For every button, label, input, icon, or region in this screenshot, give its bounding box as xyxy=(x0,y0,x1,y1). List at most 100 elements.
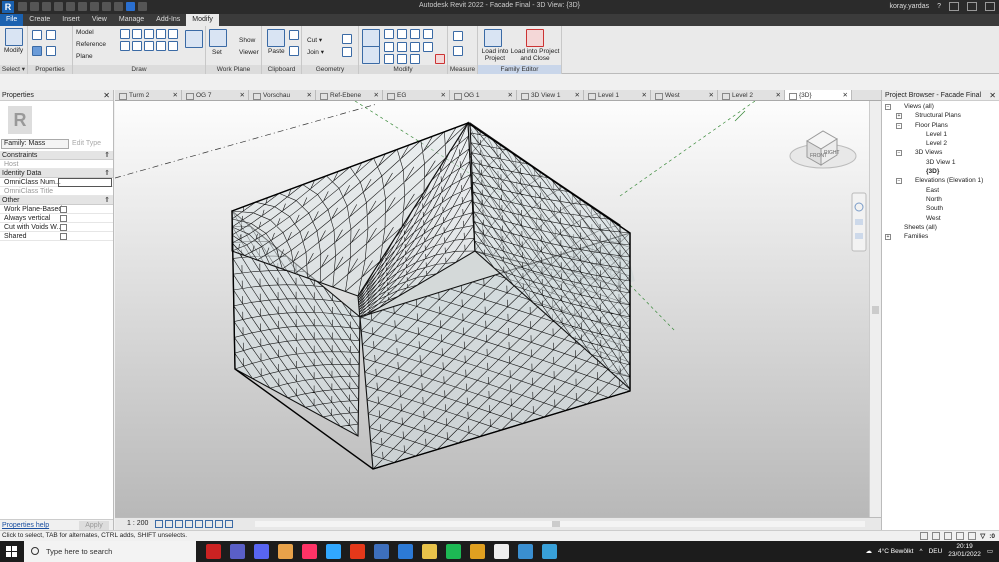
close-icon[interactable]: ✕ xyxy=(508,90,513,101)
horizontal-scrollbar[interactable] xyxy=(255,521,865,527)
paste-button[interactable]: Paste xyxy=(268,48,285,55)
mirror-draw-icon[interactable] xyxy=(410,29,420,39)
close-icon[interactable]: ✕ xyxy=(776,90,781,101)
facade-mesh[interactable] xyxy=(231,121,635,470)
browser-node[interactable]: Sheets (all) xyxy=(882,223,999,232)
browser-node[interactable]: − Floor Plans xyxy=(882,121,999,130)
minimize-button[interactable] xyxy=(949,2,959,11)
view-tab[interactable]: West ✕ xyxy=(651,90,718,100)
taskbar-app-icon[interactable] xyxy=(494,544,509,559)
hscroll-thumb[interactable] xyxy=(552,521,560,527)
browser-node[interactable]: North xyxy=(882,195,999,204)
taskbar-search[interactable]: Type here to search xyxy=(24,541,196,562)
viewcube[interactable]: FRONT RIGHT xyxy=(789,130,857,169)
spline-icon[interactable] xyxy=(120,41,130,51)
close-icon[interactable]: ✕ xyxy=(240,90,245,101)
taskbar-app-icon[interactable] xyxy=(446,544,461,559)
view-tab[interactable]: Level 2 ✕ xyxy=(718,90,785,100)
show-button[interactable]: Show xyxy=(239,37,255,44)
close-icon[interactable]: ✕ xyxy=(843,90,848,101)
browser-node[interactable]: − Views (all) xyxy=(882,102,999,111)
modify-arrow-icon[interactable] xyxy=(5,28,23,46)
taskbar-app-icon[interactable] xyxy=(230,544,245,559)
family-types-icon[interactable] xyxy=(32,30,42,40)
language-indicator[interactable]: DEU xyxy=(929,548,943,555)
visual-style-icon[interactable] xyxy=(165,520,173,528)
reveal-hidden-icon[interactable] xyxy=(225,520,233,528)
taskbar-app-icon[interactable] xyxy=(422,544,437,559)
ellipse-icon[interactable] xyxy=(132,41,142,51)
browser-node[interactable]: West xyxy=(882,214,999,223)
set-button[interactable]: Set xyxy=(212,49,222,56)
view-tab[interactable]: Level 1 ✕ xyxy=(584,90,651,100)
split-icon[interactable] xyxy=(423,29,433,39)
taskbar-app-icon[interactable] xyxy=(398,544,413,559)
cut-button[interactable]: Cut ▾ xyxy=(307,36,322,44)
zoom-icon[interactable] xyxy=(855,219,863,225)
browser-node[interactable]: − Elevations (Elevation 1) xyxy=(882,176,999,185)
property-checkbox[interactable] xyxy=(60,206,67,213)
browser-node[interactable]: Level 1 xyxy=(882,130,999,139)
type-selector[interactable]: Family: Mass xyxy=(1,139,69,149)
scroll-thumb[interactable] xyxy=(872,306,879,314)
weather-text[interactable]: 4°C Bewölkt xyxy=(878,548,913,555)
browser-node[interactable]: Level 2 xyxy=(882,139,999,148)
close-icon[interactable]: ✕ xyxy=(374,90,379,101)
viewer-button[interactable]: Viewer xyxy=(239,49,259,56)
paste-icon[interactable] xyxy=(267,29,285,47)
browser-node[interactable]: East xyxy=(882,186,999,195)
browser-node[interactable]: + Structural Plans xyxy=(882,111,999,120)
load-into-project-button[interactable]: Load into Project xyxy=(480,48,510,62)
close-icon[interactable]: ✕ xyxy=(441,90,446,101)
browser-node[interactable]: − 3D Views xyxy=(882,148,999,157)
taskbar-app-icon[interactable] xyxy=(206,544,221,559)
join-button[interactable]: Join ▾ xyxy=(307,48,324,56)
shadows-icon[interactable] xyxy=(185,520,193,528)
view-tab[interactable]: Turm 2 ✕ xyxy=(115,90,182,100)
set-icon[interactable] xyxy=(209,29,227,47)
properties-help-link[interactable]: Properties help xyxy=(2,522,49,529)
close-icon[interactable]: ✕ xyxy=(642,90,647,101)
view-scale[interactable]: 1 : 200 xyxy=(127,520,148,527)
rectangle-icon[interactable] xyxy=(132,29,142,39)
section-identity-data[interactable]: Identity Data ⇑ xyxy=(0,169,113,178)
property-value-field[interactable] xyxy=(58,178,112,187)
select-underlay-icon[interactable] xyxy=(944,532,953,540)
browser-node[interactable]: + Families xyxy=(882,232,999,241)
line-icon[interactable] xyxy=(120,29,130,39)
dimension-icon[interactable] xyxy=(453,46,463,56)
taskbar-app-icon[interactable] xyxy=(302,544,317,559)
hide-isolate-icon[interactable] xyxy=(215,520,223,528)
tab-insert[interactable]: Insert xyxy=(56,14,86,26)
facade-model[interactable]: FRONT RIGHT xyxy=(115,101,869,517)
work-plane-set-icon[interactable] xyxy=(185,30,203,48)
render-icon[interactable] xyxy=(195,520,203,528)
close-icon[interactable]: ✕ xyxy=(173,90,178,101)
user-name[interactable]: koray.yardas xyxy=(890,3,930,10)
load-into-project-icon[interactable] xyxy=(484,29,502,47)
polygon-icon[interactable] xyxy=(144,29,154,39)
tab-file[interactable]: File xyxy=(0,14,24,26)
windows-start-icon[interactable] xyxy=(6,546,17,557)
array-icon[interactable] xyxy=(423,42,433,52)
tab-manage[interactable]: Manage xyxy=(113,14,150,26)
collapse-icon[interactable]: ⇑ xyxy=(104,169,110,178)
measure-between-icon[interactable] xyxy=(453,31,463,41)
circle-icon[interactable] xyxy=(156,29,166,39)
modify-tool-label[interactable]: Modify xyxy=(4,47,23,54)
copy-icon[interactable] xyxy=(289,46,299,56)
close-icon[interactable]: ✕ xyxy=(103,90,110,101)
expand-toggle-icon[interactable]: − xyxy=(896,122,902,129)
property-checkbox[interactable] xyxy=(60,224,67,231)
vertical-scrollbar[interactable] xyxy=(869,101,881,517)
crop-icon[interactable] xyxy=(205,520,213,528)
notifications-icon[interactable]: ▭ xyxy=(987,547,993,555)
align-icon[interactable] xyxy=(362,29,380,47)
properties-icon[interactable] xyxy=(32,46,42,56)
close-icon[interactable]: ✕ xyxy=(989,90,996,101)
taskbar-app-icon[interactable] xyxy=(542,544,557,559)
taskbar-app-icon[interactable] xyxy=(518,544,533,559)
close-button[interactable] xyxy=(985,2,995,11)
plane-button[interactable]: Plane xyxy=(76,53,93,60)
browser-node[interactable]: {3D} xyxy=(882,167,999,176)
